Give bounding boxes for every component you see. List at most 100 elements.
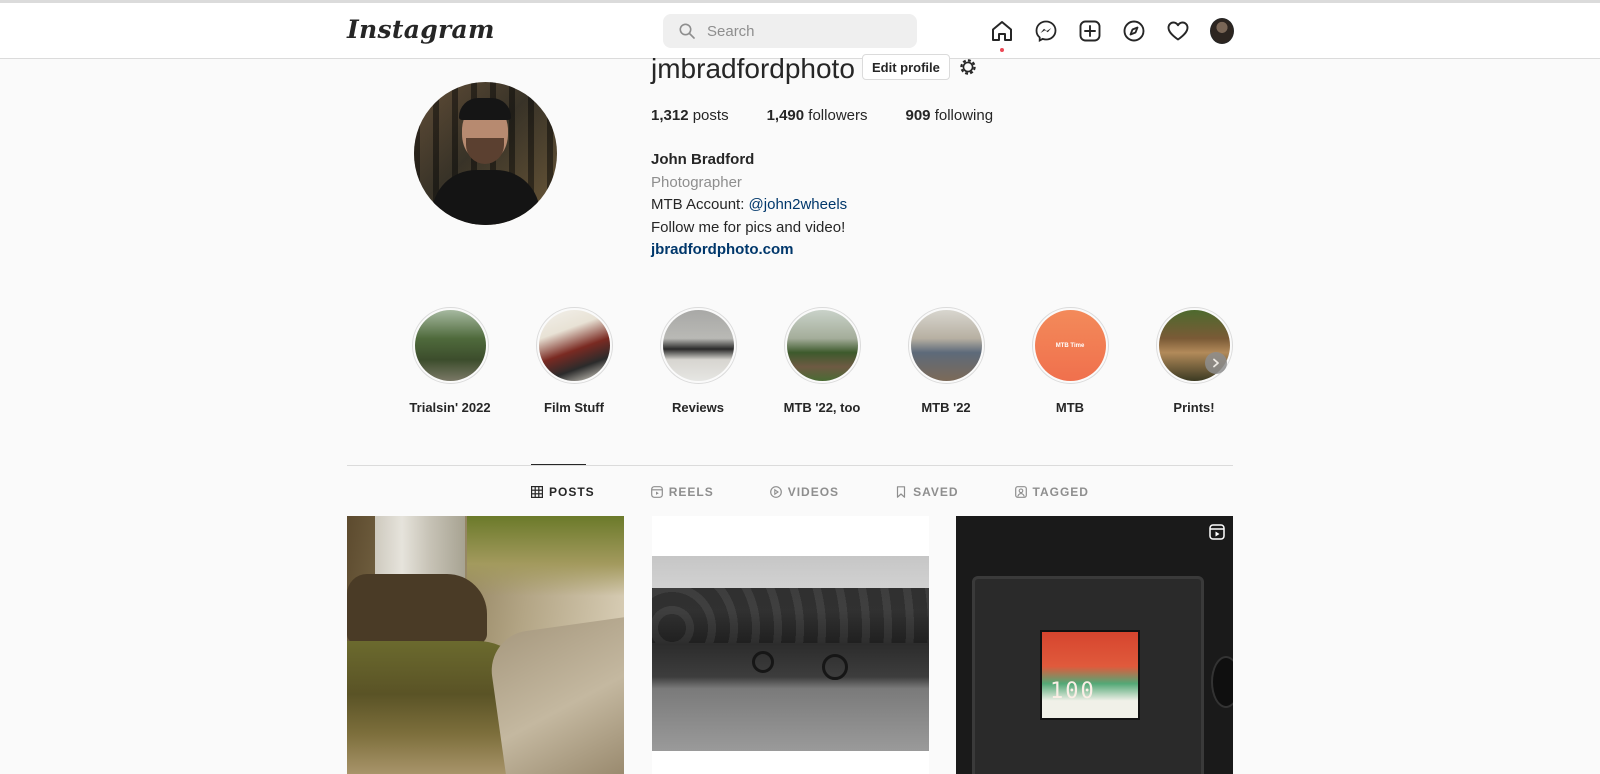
profile-bio: John Bradford Photographer MTB Account: …	[651, 149, 847, 262]
highlight-label: Prints!	[1173, 400, 1215, 415]
highlight-label: Trialsin' 2022	[409, 400, 491, 415]
top-navigation-bar: Instagram	[0, 3, 1600, 59]
profile-picture-cap	[459, 98, 511, 120]
following-count: 909	[905, 107, 931, 124]
following-label: following	[934, 107, 994, 124]
search-icon	[679, 23, 695, 39]
post-thumbnail-cannons[interactable]	[652, 516, 929, 774]
followers-label: followers	[808, 107, 868, 124]
posts-count: 1,312	[651, 107, 689, 124]
highlight-cover	[786, 310, 858, 381]
grid-icon	[531, 486, 543, 498]
tabs-divider	[347, 465, 1233, 466]
settings-button[interactable]	[957, 56, 979, 78]
profile-nav-button[interactable]	[1210, 18, 1234, 44]
film-counter-text: 100	[1050, 679, 1096, 704]
mention-link[interactable]: @john2wheels	[749, 196, 848, 213]
highlight-cover	[414, 310, 486, 381]
profile-stats: 1,312 posts 1,490 followers 909 followin…	[651, 107, 1031, 124]
highlight-item[interactable]: Film Stuff	[512, 307, 636, 415]
heart-icon	[1167, 21, 1189, 41]
reels-icon	[650, 486, 663, 498]
highlight-ring	[783, 307, 861, 384]
highlight-label: Reviews	[671, 400, 725, 415]
post-image-part	[486, 617, 624, 774]
following-stat[interactable]: 909 following	[905, 107, 993, 124]
post-image-part	[1040, 630, 1140, 720]
new-post-icon	[1079, 20, 1101, 42]
story-highlights: Trialsin' 2022 Film Stuff Reviews MTB '2…	[388, 307, 1256, 415]
post-image-part	[652, 556, 929, 751]
post-image-part	[467, 516, 624, 596]
play-circle-icon	[769, 486, 782, 498]
highlight-label: MTB '22, too	[783, 400, 861, 415]
nav-icons	[990, 18, 1254, 52]
website-link[interactable]: jbradfordphoto.com	[651, 239, 847, 262]
messenger-icon	[1035, 20, 1057, 43]
profile-tabs: POSTS REELS VIDEOS SAVED TAGGED	[531, 485, 1145, 499]
tab-reels-label: REELS	[668, 485, 714, 499]
posts-label: posts	[692, 107, 729, 124]
tab-saved-label: SAVED	[913, 485, 959, 499]
highlight-cover	[538, 310, 610, 381]
messenger-button[interactable]	[1034, 19, 1058, 43]
instagram-logo[interactable]: Instagram	[347, 15, 495, 44]
tab-tagged-label: TAGGED	[1032, 485, 1089, 499]
highlight-ring	[411, 307, 489, 384]
highlight-cover-text: MTB Time	[1055, 342, 1085, 349]
bio-line-1: MTB Account: @john2wheels	[651, 194, 847, 217]
posts-stat: 1,312 posts	[651, 107, 729, 124]
highlight-ring	[907, 307, 985, 384]
search-box[interactable]	[663, 14, 917, 48]
highlight-cover	[910, 310, 982, 381]
search-input[interactable]	[707, 22, 897, 40]
post-thumbnail-film-camera[interactable]: 100	[956, 516, 1233, 774]
highlights-next-button[interactable]	[1205, 352, 1227, 374]
gear-icon	[960, 59, 976, 75]
post-image-part	[652, 588, 929, 643]
profile-username: jmbradfordphoto	[651, 53, 855, 84]
post-thumbnail-waterfall[interactable]	[347, 516, 624, 774]
tab-tagged[interactable]: TAGGED	[1014, 485, 1089, 499]
home-icon	[992, 21, 1012, 41]
highlight-item[interactable]: MTB Time MTB	[1008, 307, 1132, 415]
tab-posts[interactable]: POSTS	[531, 485, 595, 499]
bio-line-1-prefix: MTB Account:	[651, 196, 749, 213]
post-image-part	[1211, 656, 1233, 708]
new-post-button[interactable]	[1078, 19, 1102, 43]
chevron-right-icon	[1213, 358, 1219, 368]
profile-avatar-small	[1210, 18, 1234, 44]
highlight-label: MTB	[1055, 400, 1085, 415]
highlight-ring	[535, 307, 613, 384]
highlight-item[interactable]: Prints!	[1132, 307, 1256, 415]
full-name: John Bradford	[651, 151, 755, 168]
explore-button[interactable]	[1122, 19, 1146, 43]
followers-count: 1,490	[766, 107, 805, 124]
home-button[interactable]	[990, 19, 1014, 52]
tab-reels[interactable]: REELS	[650, 485, 714, 499]
tagged-user-icon	[1014, 486, 1027, 498]
highlight-cover: MTB Time	[1034, 310, 1106, 381]
highlight-cover	[662, 310, 734, 381]
activity-button[interactable]	[1166, 19, 1190, 43]
edit-profile-button[interactable]: Edit profile	[862, 54, 950, 80]
category-label: Photographer	[651, 173, 742, 191]
tab-videos[interactable]: VIDEOS	[769, 485, 840, 499]
tab-videos-label: VIDEOS	[787, 485, 840, 499]
highlight-item[interactable]: MTB '22, too	[760, 307, 884, 415]
post-image-part	[347, 574, 487, 644]
tab-saved[interactable]: SAVED	[895, 485, 958, 499]
highlight-ring	[659, 307, 737, 384]
active-tab-indicator	[531, 464, 586, 465]
post-image-part	[752, 651, 774, 673]
profile-picture[interactable]	[414, 82, 557, 225]
reel-indicator	[1209, 524, 1225, 545]
bookmark-icon	[896, 486, 906, 498]
compass-icon	[1123, 20, 1145, 42]
highlight-item[interactable]: Trialsin' 2022	[388, 307, 512, 415]
highlight-item[interactable]: Reviews	[636, 307, 760, 415]
highlight-label: MTB '22	[921, 400, 971, 415]
post-image-part	[822, 654, 848, 680]
followers-stat[interactable]: 1,490 followers	[767, 107, 868, 124]
highlight-item[interactable]: MTB '22	[884, 307, 1008, 415]
